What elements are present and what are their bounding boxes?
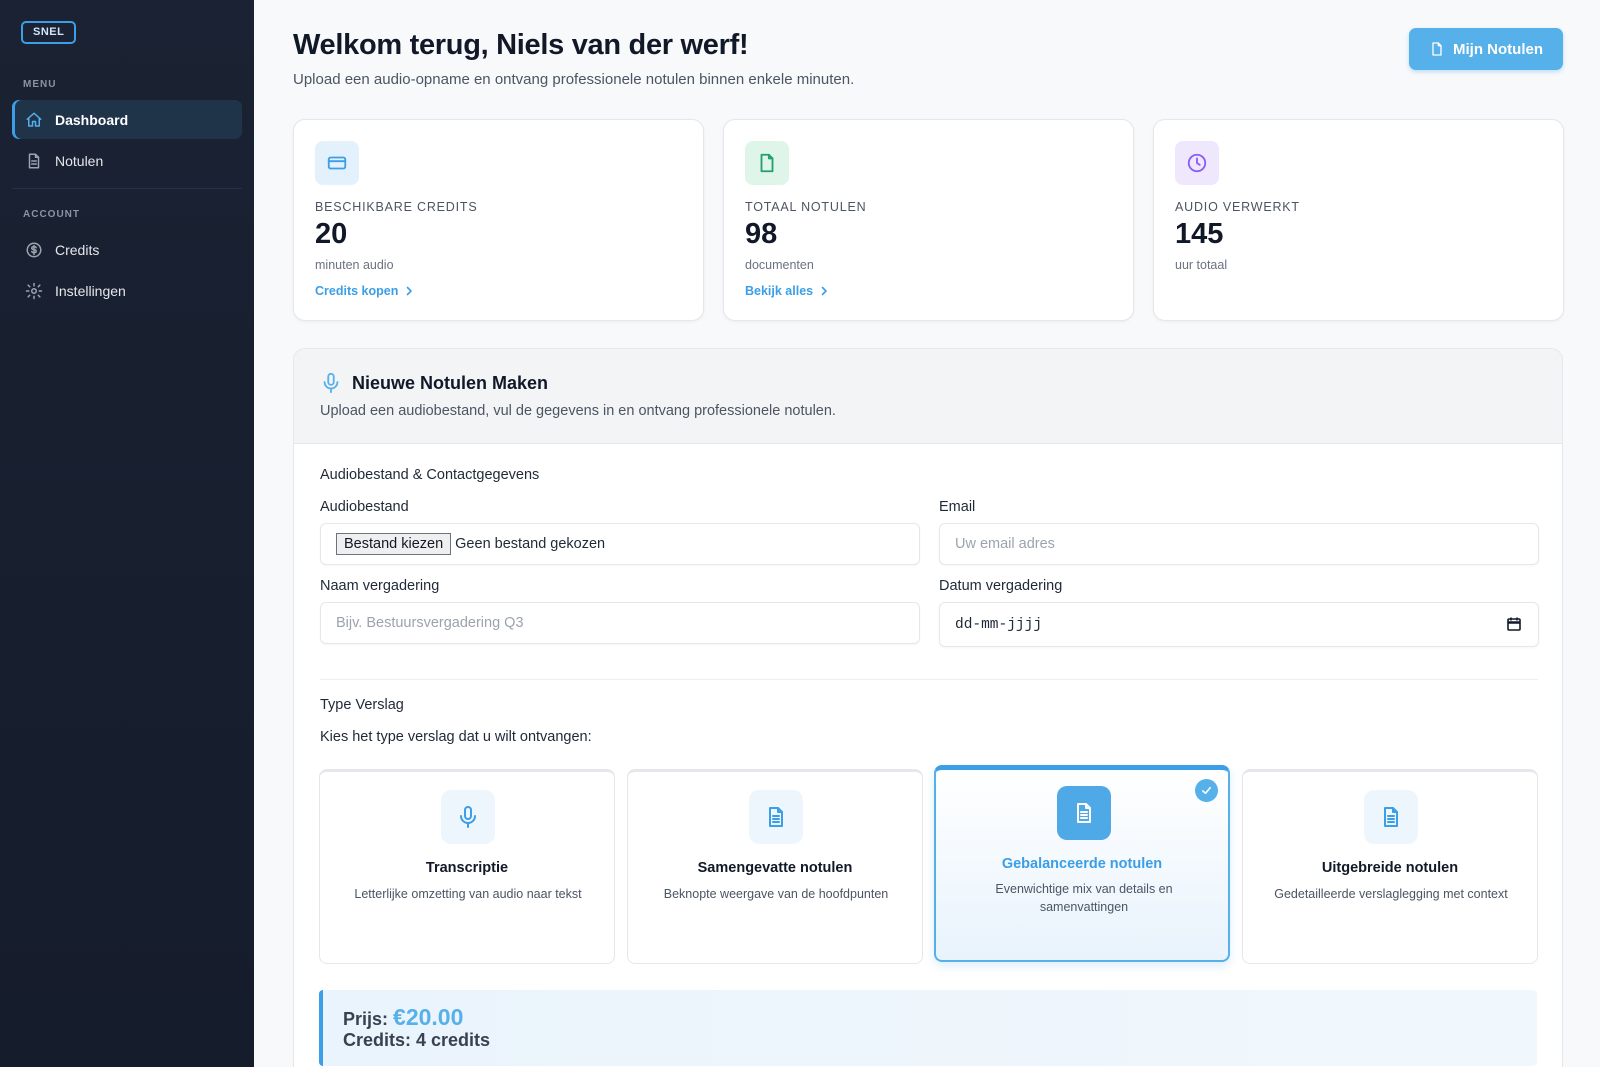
meeting-date-field[interactable]: dd-mm-jjjj <box>939 602 1539 647</box>
sidebar-item-credits[interactable]: Credits <box>12 230 242 269</box>
panel-header: Nieuwe Notulen Maken Upload een audiobes… <box>294 349 1562 444</box>
price-label: Prijs: <box>343 1009 389 1029</box>
gear-icon <box>25 282 43 299</box>
view-all-link[interactable]: Bekijk alles <box>745 284 829 298</box>
stat-unit: documenten <box>745 258 814 272</box>
panel-subtitle: Upload een audiobestand, vul de gegevens… <box>320 403 836 419</box>
file-status: Geen bestand gekozen <box>455 536 606 552</box>
meeting-date-label: Datum vergadering <box>939 578 1063 594</box>
my-notulen-button[interactable]: Mijn Notulen <box>1409 28 1563 70</box>
date-placeholder: dd-mm-jjjj <box>955 616 1043 633</box>
microphone-icon <box>323 372 339 394</box>
stat-card-notulen: TOTAAL NOTULEN 98 documenten Bekijk alle… <box>723 119 1134 321</box>
clock-icon <box>1175 141 1219 185</box>
stat-value: 145 <box>1175 218 1224 250</box>
report-type-desc: Beknopte weergave van de hoofdpunten <box>663 887 889 901</box>
sidebar-item-label: Dashboard <box>55 111 129 128</box>
chevron-right-icon <box>821 286 827 296</box>
report-type-title: Type Verslag <box>320 697 404 713</box>
logo: SNEL <box>21 21 77 44</box>
credits-line: Credits: 4 credits <box>343 1030 491 1050</box>
document-icon <box>1432 42 1442 56</box>
section-divider <box>320 679 1538 680</box>
report-type-uitgebreid[interactable]: Uitgebreide notulen Gedetailleerde versl… <box>1242 769 1538 964</box>
dollar-circle-icon <box>26 242 42 257</box>
sidebar: SNEL MENU Dashboard Notulen ACCOUNT Cred… <box>0 0 254 1067</box>
section-title: Audiobestand & Contactgegevens <box>320 467 540 483</box>
sidebar-item-notulen[interactable]: Notulen <box>12 141 242 180</box>
document-lines-icon <box>1364 790 1418 844</box>
report-type-name: Samengevatte notulen <box>697 860 853 876</box>
report-type-desc: Evenwichtige mix van details en samenvat… <box>995 882 1173 914</box>
sidebar-item-dashboard[interactable]: Dashboard <box>12 100 242 139</box>
stat-label: BESCHIKBARE CREDITS <box>315 200 478 214</box>
audio-label: Audiobestand <box>320 499 409 515</box>
calendar-icon[interactable] <box>1506 616 1522 632</box>
credit-card-icon <box>315 141 359 185</box>
check-icon <box>1195 779 1218 802</box>
report-type-name: Uitgebreide notulen <box>1321 860 1459 876</box>
sidebar-item-instellingen[interactable]: Instellingen <box>12 271 242 310</box>
report-type-desc: Gedetailleerde verslaglegging met contex… <box>1274 887 1508 901</box>
stat-card-audio: AUDIO VERWERKT 145 uur totaal <box>1153 119 1564 321</box>
stat-label: AUDIO VERWERKT <box>1175 200 1300 214</box>
main-content: Welkom terug, Niels van der werf! Upload… <box>254 0 1600 1067</box>
document-lines-icon <box>1057 786 1111 840</box>
audio-file-input[interactable]: Bestand kiezen Geen bestand gekozen <box>320 523 920 565</box>
price-line: Prijs: €20.00 <box>343 1004 463 1031</box>
account-heading: ACCOUNT <box>23 209 80 220</box>
price-summary: Prijs: €20.00 Credits: 4 credits <box>319 990 1537 1066</box>
stat-unit: uur totaal <box>1175 258 1228 272</box>
price-amount: €20.00 <box>393 1004 464 1030</box>
report-type-prompt: Kies het type verslag dat u wilt ontvang… <box>320 729 592 745</box>
file-icon <box>745 141 789 185</box>
page-subtitle: Upload een audio-opname en ontvang profe… <box>293 71 855 88</box>
sidebar-item-label: Credits <box>55 241 100 258</box>
stat-link-label: Credits kopen <box>315 284 399 298</box>
email-label: Email <box>939 499 976 515</box>
stat-card-credits: BESCHIKBARE CREDITS 20 minuten audio Cre… <box>293 119 704 321</box>
stat-unit: minuten audio <box>315 258 394 272</box>
panel-title: Nieuwe Notulen Maken <box>352 373 549 393</box>
report-type-transcriptie[interactable]: Transcriptie Letterlijke omzetting van a… <box>319 769 615 964</box>
chevron-right-icon <box>407 286 413 296</box>
meeting-name-label: Naam vergadering <box>320 578 440 594</box>
stat-value: 98 <box>745 218 778 250</box>
sidebar-item-label: Notulen <box>55 152 104 169</box>
report-type-desc: Letterlijke omzetting van audio naar tek… <box>354 887 582 901</box>
sidebar-divider <box>12 188 242 189</box>
report-type-name: Transcriptie <box>425 860 509 876</box>
page-title: Welkom terug, Niels van der werf! <box>293 29 749 61</box>
stat-value: 20 <box>315 218 348 250</box>
home-icon <box>26 112 42 127</box>
report-type-name: Gebalanceerde notulen <box>1001 856 1163 872</box>
document-lines-icon <box>749 790 803 844</box>
choose-file-button[interactable]: Bestand kiezen <box>336 533 452 555</box>
meeting-name-field[interactable]: Bijv. Bestuursvergadering Q3 <box>320 602 920 644</box>
document-icon <box>28 153 40 168</box>
buy-credits-link[interactable]: Credits kopen <box>315 284 414 298</box>
sidebar-item-label: Instellingen <box>55 282 126 299</box>
menu-heading: MENU <box>23 79 57 90</box>
my-notulen-label: Mijn Notulen <box>1453 40 1543 58</box>
email-field[interactable]: Uw email adres <box>939 523 1539 565</box>
report-type-samengevat[interactable]: Samengevatte notulen Beknopte weergave v… <box>627 769 923 964</box>
microphone-icon <box>441 790 495 844</box>
stat-link-label: Bekijk alles <box>745 284 814 298</box>
stat-label: TOTAAL NOTULEN <box>745 200 867 214</box>
report-type-gebalanceerd[interactable]: Gebalanceerde notulen Evenwichtige mix v… <box>934 765 1230 962</box>
